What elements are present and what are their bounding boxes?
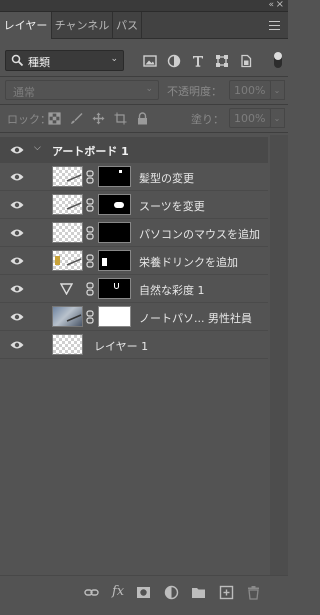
eye-icon[interactable] <box>10 200 24 210</box>
lock-artboard-icon[interactable] <box>114 112 127 125</box>
lock-position-icon[interactable] <box>92 112 105 125</box>
mask-link-icon[interactable] <box>86 282 94 296</box>
blend-mode-select[interactable]: 通常 ⌄ <box>5 80 159 100</box>
layer-name: 髪型の変更 <box>139 172 194 185</box>
fill-field[interactable]: 100% <box>229 108 271 128</box>
tab-paths[interactable]: パス <box>113 12 141 39</box>
brush-stroke-icon <box>66 258 82 266</box>
layers-scrollbar-track[interactable] <box>270 135 288 575</box>
fill-dropdown[interactable]: ⌄ <box>270 108 285 128</box>
divider <box>0 132 288 133</box>
panel-title-strip: « × <box>0 0 288 12</box>
mask-link-icon[interactable] <box>86 226 94 240</box>
vibrance-adjustment-icon[interactable] <box>60 282 73 295</box>
layer-name: パソコンのマウスを追加 <box>139 228 260 241</box>
chevron-down-icon: ⌄ <box>110 54 118 64</box>
eye-icon[interactable] <box>10 228 24 238</box>
new-adjustment-icon[interactable] <box>164 585 179 600</box>
chevron-down-icon[interactable]: ⌵ <box>34 143 41 153</box>
panel-menu-icon[interactable] <box>269 21 280 30</box>
layer-name: 栄養ドリンクを追加 <box>139 256 238 269</box>
lock-transparent-pixels-icon[interactable] <box>48 112 61 125</box>
brush-stroke-icon <box>66 202 82 210</box>
lock-image-pixels-icon[interactable] <box>70 112 83 125</box>
layer-row[interactable]: スーツを変更 <box>0 191 268 219</box>
mask-link-icon[interactable] <box>86 310 94 324</box>
mask-link-icon[interactable] <box>86 198 94 212</box>
artboard-group-row[interactable]: ⌵ アートボード 1 <box>0 137 268 163</box>
eye-icon[interactable] <box>10 256 24 266</box>
lock-all-icon[interactable] <box>136 112 149 125</box>
tab-channels[interactable]: チャンネル <box>52 12 112 39</box>
eye-icon[interactable] <box>10 145 24 155</box>
mask-link-icon[interactable] <box>86 170 94 184</box>
close-panel-button[interactable]: × <box>276 0 284 10</box>
layer-row[interactable]: 自然な彩度 1 <box>0 275 268 303</box>
filter-kind-label: 種類 <box>28 56 50 69</box>
layer-mask-thumbnail[interactable] <box>98 166 131 187</box>
brush-stroke-icon <box>66 314 82 322</box>
type-filter-icon[interactable] <box>191 54 205 68</box>
opacity-label: 不透明度： <box>167 85 222 98</box>
filter-toggle-switch[interactable] <box>274 52 282 68</box>
layer-name: 自然な彩度 1 <box>139 284 205 297</box>
divider <box>0 104 288 105</box>
layer-name: レイヤー 1 <box>94 340 149 353</box>
adjustment-filter-icon[interactable] <box>167 54 181 68</box>
layer-mask-thumbnail[interactable] <box>98 250 131 271</box>
panel-tab-bar: レイヤー チャンネル パス <box>0 12 288 39</box>
layers-bottom-toolbar: fx <box>0 575 288 608</box>
opacity-dropdown[interactable]: ⌄ <box>270 80 285 100</box>
opacity-field[interactable]: 100% <box>229 80 271 100</box>
layer-thumbnail[interactable] <box>52 222 83 243</box>
fill-label: 塗り： <box>191 113 224 126</box>
image-filter-icon[interactable] <box>143 54 157 68</box>
link-layers-icon[interactable] <box>84 585 99 600</box>
layer-row[interactable]: レイヤー 1 <box>0 331 268 359</box>
layer-row[interactable]: パソコンのマウスを追加 <box>0 219 268 247</box>
filter-kind-select[interactable]: 種類 ⌄ <box>5 50 124 71</box>
shape-filter-icon[interactable] <box>215 54 229 68</box>
layer-name: スーツを変更 <box>139 200 205 213</box>
chevron-down-icon: ⌄ <box>145 84 153 94</box>
layer-row[interactable]: ノートパソ... 男性社員 <box>0 303 268 331</box>
collapse-panel-button[interactable]: « <box>268 0 273 10</box>
lock-label: ロック： <box>7 113 51 126</box>
layer-mask-thumbnail[interactable] <box>98 222 131 243</box>
layer-mask-thumbnail[interactable] <box>98 194 131 215</box>
layer-thumbnail[interactable] <box>52 334 83 355</box>
divider <box>0 76 288 77</box>
layer-style-icon[interactable]: fx <box>112 584 124 599</box>
search-icon <box>11 54 24 67</box>
add-mask-icon[interactable] <box>136 585 151 600</box>
layer-mask-thumbnail[interactable] <box>98 278 131 299</box>
eye-icon[interactable] <box>10 284 24 294</box>
eye-icon[interactable] <box>10 172 24 182</box>
artboard-name: アートボード 1 <box>52 145 129 158</box>
layer-row[interactable]: 髪型の変更 <box>0 163 268 191</box>
tab-separator <box>141 12 142 39</box>
blend-mode-label: 通常 <box>13 86 35 99</box>
mask-link-icon[interactable] <box>86 254 94 268</box>
smart-object-filter-icon[interactable] <box>239 54 253 68</box>
new-layer-icon[interactable] <box>219 585 234 600</box>
layer-name: ノートパソ... 男性社員 <box>139 312 252 325</box>
layers-list: ⌵ アートボード 1 髪型の変更 スーツを変更 パソコンのマウスを追加 栄養ドリ… <box>0 135 288 575</box>
layer-row[interactable]: 栄養ドリンクを追加 <box>0 247 268 275</box>
eye-icon[interactable] <box>10 312 24 322</box>
tab-layers[interactable]: レイヤー <box>0 12 52 39</box>
layer-mask-thumbnail[interactable] <box>98 306 131 327</box>
delete-icon[interactable] <box>246 585 261 600</box>
new-group-icon[interactable] <box>191 585 206 600</box>
brush-stroke-icon <box>66 174 82 182</box>
eye-icon[interactable] <box>10 340 24 350</box>
toggle-knob <box>274 52 282 60</box>
